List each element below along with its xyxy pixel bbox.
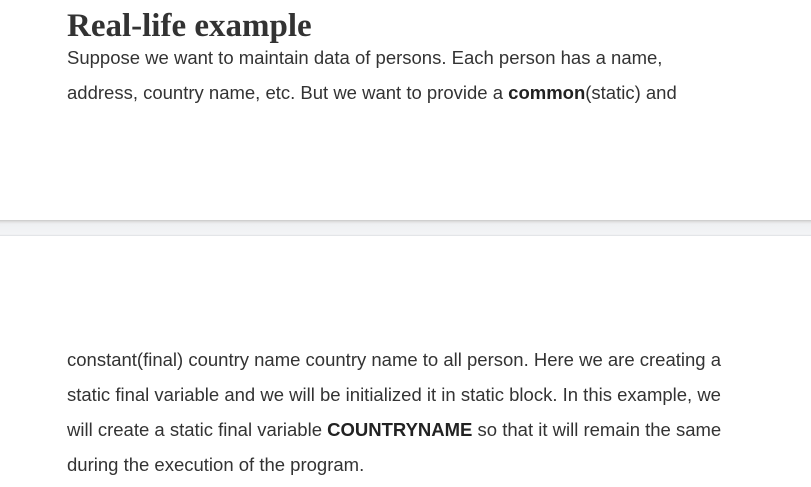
paragraph-top: Suppose we want to maintain data of pers… [67,40,677,110]
text-run: (static) and [585,82,677,103]
paragraph-line: during the execution of the program. [67,454,365,475]
bold-term-common: common [508,82,586,103]
text-run: address, country name, etc. But we want … [67,82,509,103]
text-run: will create a static final variable [67,419,328,440]
paragraph-bottom: constant(final) country name country nam… [67,342,721,482]
page-break-divider [0,220,811,236]
paragraph-line: static final variable and we will be ini… [67,384,721,405]
bold-term-countryname: COUNTRYNAME [327,419,473,440]
paragraph-line: Suppose we want to maintain data of pers… [67,47,663,68]
paragraph-line: constant(final) country name country nam… [67,349,721,370]
page-top-section: Real-life example Suppose we want to mai… [0,0,811,220]
paragraph-line: will create a static final variable COUN… [67,412,721,447]
text-run: so that it will remain the same [472,419,722,440]
paragraph-line: address, country name, etc. But we want … [67,75,677,110]
